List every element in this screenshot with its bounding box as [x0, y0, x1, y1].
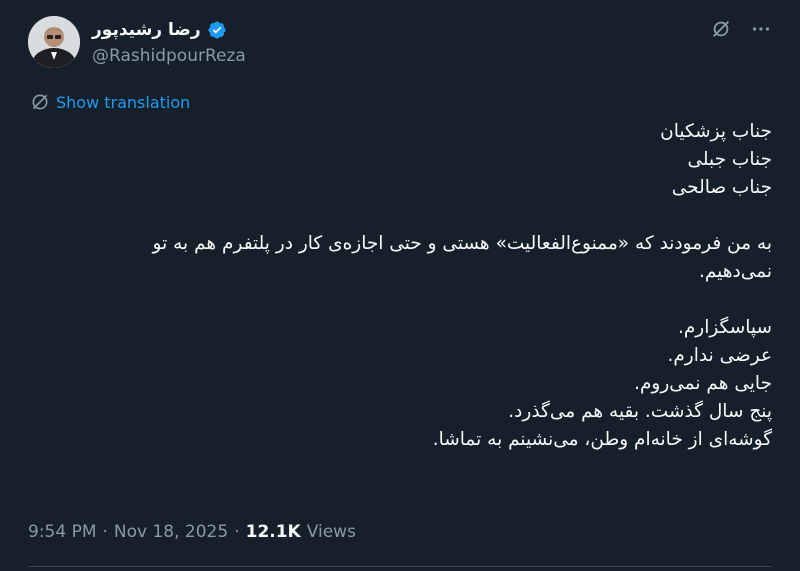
tweet-line: جناب صالحی	[671, 177, 772, 198]
tweet-text: جناب پزشکیان جناب جبلی جناب صالحی به من …	[28, 118, 772, 454]
grok-icon[interactable]	[710, 18, 732, 40]
tweet-line: عرضی ندارم.	[667, 345, 772, 366]
tweet-meta: 9:54 PM · Nov 18, 2025 · 12.1K Views	[28, 522, 356, 542]
tweet-line: سپاسگزارم.	[677, 317, 772, 338]
profile-photo-icon	[28, 16, 80, 68]
author-handle[interactable]: @RashidpourReza	[92, 46, 246, 66]
tweet-line: گوشه‌ای از خانه‌ام وطن، می‌نشینم به تماش…	[432, 429, 772, 450]
tweet-line: پنج سال گذشت. بقیه هم می‌گذرد.	[508, 401, 772, 422]
tweet-line: نمی‌دهیم.	[698, 261, 772, 282]
avatar[interactable]	[28, 16, 80, 68]
author-name-row[interactable]: رضا رشیدپور	[92, 16, 227, 44]
header-actions	[710, 18, 772, 40]
tweet-line: جایی هم نمی‌روم.	[634, 373, 772, 394]
author-display-name[interactable]: رضا رشیدپور	[92, 20, 201, 40]
globe-icon	[30, 92, 50, 112]
meta-separator: ·	[102, 522, 108, 542]
tweet-time[interactable]: 9:54 PM	[28, 522, 97, 542]
verified-badge-icon[interactable]	[207, 20, 227, 40]
meta-separator: ·	[234, 522, 240, 542]
views-count: 12.1K	[245, 522, 301, 542]
show-translation-label[interactable]: Show translation	[56, 93, 190, 112]
tweet-date[interactable]: Nov 18, 2025	[114, 522, 228, 542]
tweet-line: به من فرمودند که «ممنوع‌الفعالیت» هستی و…	[152, 233, 772, 254]
views-label: Views	[306, 522, 356, 542]
tweet-line: جناب جبلی	[687, 149, 772, 170]
divider	[28, 566, 772, 567]
tweet-line: جناب پزشکیان	[660, 121, 772, 142]
show-translation-link[interactable]: Show translation	[30, 92, 190, 112]
more-icon[interactable]	[750, 18, 772, 40]
